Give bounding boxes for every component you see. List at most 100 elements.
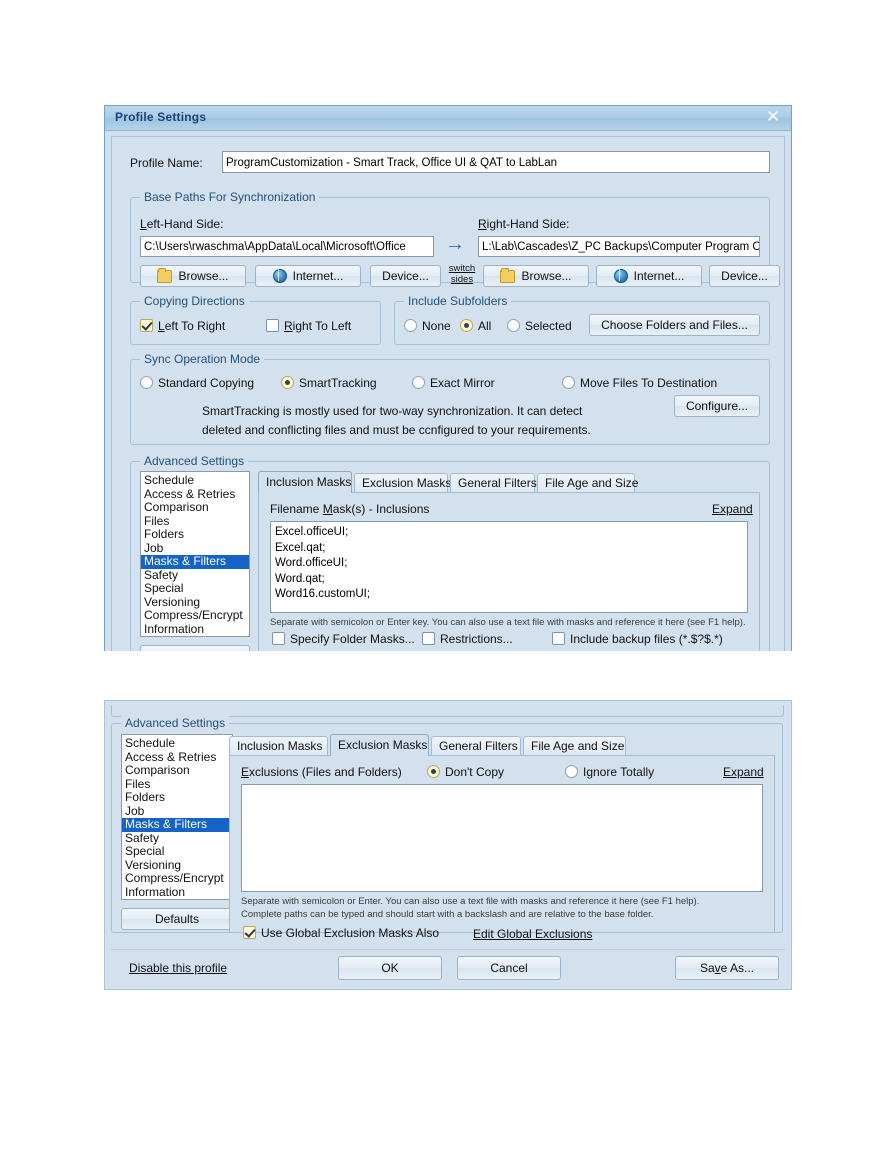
subfolders-all-label: All — [478, 319, 492, 333]
edit-global-exclusions-link[interactable]: Edit Global Exclusions — [473, 927, 592, 941]
list-item-information[interactable]: Information — [122, 885, 232, 900]
left-internet-button[interactable]: Internet... — [255, 265, 361, 287]
profile-settings-dialog-lower: Advanced Settings Schedule Access & Retri… — [104, 700, 792, 990]
list-item-special[interactable]: Special — [122, 844, 232, 859]
radio-dont-copy[interactable]: Don't Copy — [427, 765, 504, 779]
list-item-compress-encrypt[interactable]: Compress/Encrypt — [141, 608, 249, 623]
advanced-settings-list[interactable]: Schedule Access & Retries Comparison Files F… — [140, 471, 250, 637]
tab-file-age-and-size[interactable]: File Age and Size — [523, 736, 626, 755]
configure-button[interactable]: Configure... — [674, 395, 760, 417]
list-item-safety[interactable]: Safety — [141, 568, 249, 583]
checkbox-right-to-left[interactable]: Right To Left — [266, 319, 351, 333]
list-item-access-retries[interactable]: Access & Retries — [122, 750, 232, 765]
left-browse-label: Browse... — [178, 269, 229, 283]
list-item-compress-encrypt[interactable]: Compress/Encrypt — [122, 871, 232, 886]
tab-exclusion-masks[interactable]: Exclusion Masks — [354, 473, 451, 492]
copying-directions-group-title: Copying Directions — [140, 294, 249, 308]
advanced-settings-list-2[interactable]: Schedule Access & Retries Comparison Files F… — [121, 734, 233, 900]
move-files-label: Move Files To Destination — [580, 376, 718, 390]
left-device-button[interactable]: Device... — [370, 265, 441, 287]
sync-desc-line2: deleted and conflicting files and must b… — [202, 423, 591, 437]
disable-this-profile-link[interactable]: Disable this profile — [129, 961, 227, 975]
list-item-safety[interactable]: Safety — [122, 831, 232, 846]
list-item-folders[interactable]: Folders — [141, 527, 249, 542]
switch-sides-link[interactable]: switch sides — [445, 263, 479, 285]
list-item-files[interactable]: Files — [122, 777, 232, 792]
radio-standard-copying[interactable]: Standard Copying — [140, 376, 254, 390]
globe-icon — [613, 269, 628, 283]
ok-button[interactable]: OK — [338, 956, 442, 980]
profile-name-label: Profile Name: — [130, 156, 203, 170]
advanced-settings-group-title: Advanced Settings — [140, 454, 249, 468]
radio-subfolders-all[interactable]: All — [460, 319, 491, 333]
close-icon[interactable]: ✕ — [764, 108, 782, 126]
checkbox-include-backup-files[interactable]: Include backup files (*.$?$.*) — [552, 632, 723, 646]
list-item-schedule[interactable]: Schedule — [141, 473, 249, 488]
radio-subfolders-selected[interactable]: Selected — [507, 319, 572, 333]
left-device-label: Device... — [382, 269, 429, 283]
exclusion-hint-line1: Separate with semicolon or Enter. You ca… — [241, 896, 700, 907]
sync-desc-line1: SmartTracking is mostly used for two-way… — [202, 404, 583, 418]
left-browse-button[interactable]: Browse... — [140, 265, 246, 287]
checkbox-icon — [552, 632, 565, 645]
profile-name-input[interactable]: ProgramCustomization - Smart Track, Offi… — [222, 151, 770, 173]
tab-inclusion-masks[interactable]: Inclusion Masks — [258, 471, 352, 493]
choose-folders-and-files-button[interactable]: Choose Folders and Files... — [589, 314, 760, 336]
ok-label: OK — [381, 961, 399, 975]
folder-icon — [500, 267, 516, 283]
restrictions-label: Restrictions... — [440, 632, 513, 646]
list-item-access-retries[interactable]: Access & Retries — [141, 487, 249, 502]
checkbox-icon — [243, 926, 256, 939]
exclusion-masks-textarea[interactable] — [241, 784, 763, 892]
radio-smarttracking[interactable]: SmartTracking — [281, 376, 377, 390]
list-item-comparison[interactable]: Comparison — [122, 763, 232, 778]
save-as-button[interactable]: Save As... — [675, 956, 779, 980]
left-path-input[interactable]: C:\Users\rwaschma\AppData\Local\Microsof… — [140, 236, 434, 257]
tab-general-filters[interactable]: General Filters — [450, 473, 537, 492]
left-to-right-label: Left To Right — [158, 319, 226, 333]
defaults-button[interactable]: Defaults — [140, 645, 250, 651]
list-item-job[interactable]: Job — [141, 541, 249, 556]
checkbox-use-global-exclusion-masks[interactable]: Use Global Exclusion Masks Also — [243, 926, 439, 940]
checkbox-specify-folder-masks[interactable]: Specify Folder Masks... — [272, 632, 415, 646]
expand-link-2[interactable]: Expand — [723, 765, 764, 779]
checkbox-left-to-right[interactable]: Left To Right — [140, 319, 225, 333]
radio-icon — [460, 319, 473, 332]
list-item-masks-filters[interactable]: Masks & Filters — [122, 817, 232, 832]
tab-file-age-and-size[interactable]: File Age and Size — [537, 473, 638, 492]
defaults-button-2[interactable]: Defaults — [121, 908, 233, 930]
cancel-label: Cancel — [490, 961, 528, 975]
list-item-special[interactable]: Special — [141, 581, 249, 596]
list-item-files[interactable]: Files — [141, 514, 249, 529]
cancel-button[interactable]: Cancel — [457, 956, 561, 980]
list-item-versioning[interactable]: Versioning — [141, 595, 249, 610]
right-path-input[interactable]: L:\Lab\Cascades\Z_PC Backups\Computer Pr… — [478, 236, 760, 257]
dont-copy-label: Don't Copy — [445, 765, 504, 779]
right-browse-button[interactable]: Browse... — [483, 265, 589, 287]
direction-arrow-icon: → — [445, 233, 465, 255]
list-item-information[interactable]: Information — [141, 622, 249, 637]
use-global-exclusion-masks-label: Use Global Exclusion Masks Also — [261, 926, 440, 940]
right-device-button[interactable]: Device... — [709, 265, 780, 287]
left-internet-label: Internet... — [292, 269, 344, 283]
radio-exact-mirror[interactable]: Exact Mirror — [412, 376, 495, 390]
checkbox-restrictions[interactable]: Restrictions... — [422, 632, 513, 646]
inclusion-masks-textarea[interactable]: Excel.officeUI; Excel.qat; Word.officeUI… — [270, 521, 748, 613]
list-item-folders[interactable]: Folders — [122, 790, 232, 805]
tab-exclusion-masks[interactable]: Exclusion Masks — [330, 734, 429, 756]
right-internet-button[interactable]: Internet... — [596, 265, 702, 287]
radio-move-files[interactable]: Move Files To Destination — [562, 376, 717, 390]
radio-icon — [427, 765, 440, 778]
right-hand-side-label: Right-Hand Side: — [478, 217, 570, 231]
radio-subfolders-none[interactable]: None — [404, 319, 451, 333]
list-item-schedule[interactable]: Schedule — [122, 736, 232, 751]
list-item-job[interactable]: Job — [122, 804, 232, 819]
tab-general-filters[interactable]: General Filters — [431, 736, 521, 755]
checkbox-icon — [266, 319, 279, 332]
list-item-masks-filters[interactable]: Masks & Filters — [141, 554, 249, 569]
list-item-comparison[interactable]: Comparison — [141, 500, 249, 515]
radio-ignore-totally[interactable]: Ignore Totally — [565, 765, 654, 779]
tab-inclusion-masks[interactable]: Inclusion Masks — [229, 736, 328, 755]
list-item-versioning[interactable]: Versioning — [122, 858, 232, 873]
expand-link[interactable]: Expand — [712, 502, 753, 516]
